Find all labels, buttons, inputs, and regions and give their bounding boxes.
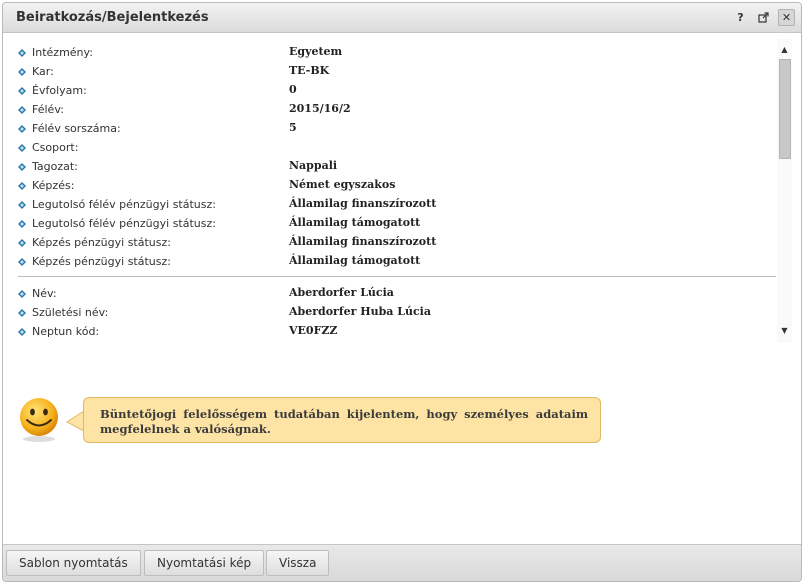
dialog-window: Beiratkozás/Bejelentkezés ? ✕ Intézmény:…: [2, 2, 802, 582]
detail-label: Legutolsó félév pénzügyi státusz:: [32, 198, 216, 211]
detail-value: Aberdorfer Lúcia: [289, 286, 394, 299]
detail-label: Képzés pénzügyi státusz:: [32, 236, 171, 249]
titlebar-icons: ? ✕: [732, 9, 795, 26]
scrollbar[interactable]: ▲ ▼: [777, 39, 792, 343]
diamond-bullet-icon: [18, 237, 26, 247]
scroll-down-icon[interactable]: ▼: [777, 324, 792, 338]
window-title: Beiratkozás/Bejelentkezés: [16, 10, 209, 25]
detail-row: Név: Aberdorfer Lúcia: [15, 283, 775, 302]
detail-value: Államilag támogatott: [289, 216, 421, 229]
detail-label: Név:: [32, 287, 57, 300]
detail-row: Képzés pénzügyi státusz: Államilag finans…: [15, 232, 775, 251]
detail-row: Évfolyam: 0: [15, 80, 775, 99]
diamond-bullet-icon: [18, 199, 26, 209]
detail-label: Kar:: [32, 65, 54, 78]
diamond-bullet-icon: [18, 218, 26, 228]
detail-label: Neptun kód:: [32, 325, 100, 338]
close-icon[interactable]: ✕: [778, 9, 795, 26]
detail-row: Csoport:: [15, 137, 775, 156]
diamond-bullet-icon: [18, 85, 26, 95]
detail-label: Félév sorszáma:: [32, 122, 121, 135]
diamond-bullet-icon: [18, 47, 26, 57]
detail-row: Legutolsó félév pénzügyi státusz: Államil…: [15, 194, 775, 213]
detail-label: Intézmény:: [32, 46, 93, 59]
detail-row: Képzés pénzügyi státusz: Államilag támoga…: [15, 251, 775, 270]
detail-row: Intézmény: Egyetem: [15, 42, 775, 61]
detail-label: Csoport:: [32, 141, 79, 154]
detail-row: Félév: 2015/16/2: [15, 99, 775, 118]
template-print-button[interactable]: Sablon nyomtatás: [6, 550, 141, 576]
scroll-thumb[interactable]: [779, 59, 791, 159]
diamond-bullet-icon: [18, 180, 26, 190]
back-button[interactable]: Vissza: [266, 550, 330, 576]
section-divider: [18, 276, 776, 277]
diamond-bullet-icon: [18, 104, 26, 114]
details-panel[interactable]: Intézmény: Egyetem Kar: TE-BK Évfolyam: 0 Félé…: [15, 39, 792, 343]
detail-row: Legutolsó félév pénzügyi státusz: Államil…: [15, 213, 775, 232]
detail-value: Államilag támogatott: [289, 254, 421, 267]
detail-label: Legutolsó félév pénzügyi státusz:: [32, 217, 216, 230]
detail-value: 0: [289, 83, 297, 96]
detail-value: Államilag finanszírozott: [289, 235, 437, 248]
detail-value: Nappali: [289, 159, 338, 172]
detail-row: Születési név: Aberdorfer Huba Lúcia: [15, 302, 775, 321]
diamond-bullet-icon: [18, 161, 26, 171]
diamond-bullet-icon: [18, 326, 26, 336]
detail-value: Német egyszakos: [289, 178, 396, 191]
detail-value: Államilag finanszírozott: [289, 197, 437, 210]
diamond-bullet-icon: [18, 66, 26, 76]
help-icon[interactable]: ?: [732, 9, 749, 26]
detail-label: Képzés pénzügyi státusz:: [32, 255, 171, 268]
notice-text: Büntetőjogi felelősségem tudatában kijel…: [100, 407, 588, 436]
print-view-button[interactable]: Nyomtatási kép: [144, 550, 265, 576]
detail-label: Tagozat:: [32, 160, 78, 173]
popout-icon[interactable]: [755, 9, 772, 26]
scroll-up-icon[interactable]: ▲: [777, 43, 792, 57]
footer-toolbar: Sablon nyomtatás Nyomtatási kép Vissza: [3, 544, 801, 581]
detail-row: Félév sorszáma: 5: [15, 118, 775, 137]
detail-value: 5: [289, 121, 297, 134]
detail-value: VE0FZZ: [289, 324, 338, 337]
titlebar: Beiratkozás/Bejelentkezés ? ✕: [3, 3, 801, 33]
detail-label: Évfolyam:: [32, 84, 87, 97]
detail-value: Aberdorfer Huba Lúcia: [289, 305, 431, 318]
diamond-bullet-icon: [18, 288, 26, 298]
detail-row: Képzés: Német egyszakos: [15, 175, 775, 194]
diamond-bullet-icon: [18, 307, 26, 317]
detail-value: TE-BK: [289, 64, 330, 77]
detail-row: Tagozat: Nappali: [15, 156, 775, 175]
detail-row: Neptun kód: VE0FZZ: [15, 321, 775, 340]
smiley-icon: [20, 398, 58, 442]
detail-value: 2015/16/2: [289, 102, 351, 115]
detail-row: Kar: TE-BK: [15, 61, 775, 80]
diamond-bullet-icon: [18, 142, 26, 152]
detail-value: Egyetem: [289, 45, 343, 58]
notice-bubble: Büntetőjogi felelősségem tudatában kijel…: [83, 397, 601, 443]
diamond-bullet-icon: [18, 256, 26, 266]
diamond-bullet-icon: [18, 123, 26, 133]
detail-label: Születési név:: [32, 306, 109, 319]
detail-label: Képzés:: [32, 179, 75, 192]
detail-label: Félév:: [32, 103, 64, 116]
